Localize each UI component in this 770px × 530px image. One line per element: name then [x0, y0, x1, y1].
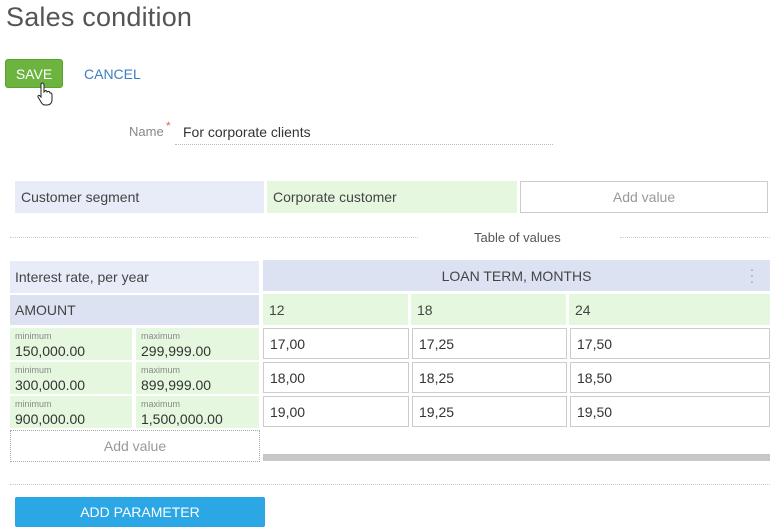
- amount-min-value: 300,000.00: [15, 377, 86, 393]
- rate-cell[interactable]: 18,00: [263, 362, 409, 393]
- amount-max-cell[interactable]: maximum 899,999.00: [136, 362, 259, 394]
- amount-max-value: 1,500,000.00: [141, 411, 223, 427]
- maximum-label: maximum: [141, 365, 181, 375]
- amount-min-value: 900,000.00: [15, 411, 86, 427]
- maximum-label: maximum: [141, 399, 181, 409]
- rate-cell[interactable]: 19,25: [412, 396, 567, 427]
- customer-segment-label: Customer segment: [15, 181, 264, 213]
- segment-add-value-button[interactable]: Add value: [520, 181, 768, 213]
- horizontal-scrollbar[interactable]: [263, 454, 770, 461]
- rate-cell[interactable]: 19,00: [263, 396, 409, 427]
- amount-max-value: 899,999.00: [141, 377, 212, 393]
- add-parameter-button[interactable]: ADD PARAMETER: [15, 497, 265, 527]
- divider: [10, 484, 770, 485]
- page-title: Sales condition: [6, 2, 193, 32]
- divider: [10, 237, 418, 238]
- rate-cell[interactable]: 18,25: [412, 362, 567, 393]
- cancel-button[interactable]: CANCEL: [84, 66, 141, 82]
- name-field[interactable]: For corporate clients: [183, 124, 311, 140]
- hand-cursor-icon: [37, 82, 53, 106]
- more-options-icon[interactable]: · · ·: [748, 262, 756, 288]
- rate-cell[interactable]: 19,50: [570, 396, 770, 427]
- amount-min-cell[interactable]: minimum 300,000.00: [10, 362, 132, 394]
- customer-segment-value[interactable]: Corporate customer: [267, 181, 517, 213]
- name-field-underline: [175, 144, 553, 145]
- amount-min-cell[interactable]: minimum 150,000.00: [10, 328, 132, 360]
- rate-cell[interactable]: 17,00: [263, 328, 409, 359]
- name-label: Name: [129, 124, 164, 139]
- amount-min-cell[interactable]: minimum 900,000.00: [10, 396, 132, 428]
- maximum-label: maximum: [141, 331, 181, 341]
- divider: [620, 237, 770, 238]
- minimum-label: minimum: [15, 331, 52, 341]
- minimum-label: minimum: [15, 399, 52, 409]
- minimum-label: minimum: [15, 365, 52, 375]
- term-column-24[interactable]: 24: [569, 294, 770, 325]
- loan-term-header: LOAN TERM, MONTHS: [263, 260, 770, 291]
- required-marker: *: [166, 119, 171, 133]
- term-column-18[interactable]: 18: [411, 294, 566, 325]
- amount-header: AMOUNT: [10, 295, 259, 325]
- save-button[interactable]: SAVE: [5, 59, 63, 88]
- rate-cell[interactable]: 17,50: [570, 328, 770, 359]
- amount-min-value: 150,000.00: [15, 343, 86, 359]
- term-column-12[interactable]: 12: [263, 294, 408, 325]
- amount-max-cell[interactable]: maximum 299,999.00: [136, 328, 259, 360]
- table-of-values-label: Table of values: [474, 230, 561, 245]
- rate-cell[interactable]: 18,50: [570, 362, 770, 393]
- rate-cell[interactable]: 17,25: [412, 328, 567, 359]
- amount-max-cell[interactable]: maximum 1,500,000.00: [136, 396, 259, 428]
- amount-add-value-button[interactable]: Add value: [10, 430, 260, 462]
- interest-rate-label: Interest rate, per year: [10, 261, 259, 293]
- amount-max-value: 299,999.00: [141, 343, 212, 359]
